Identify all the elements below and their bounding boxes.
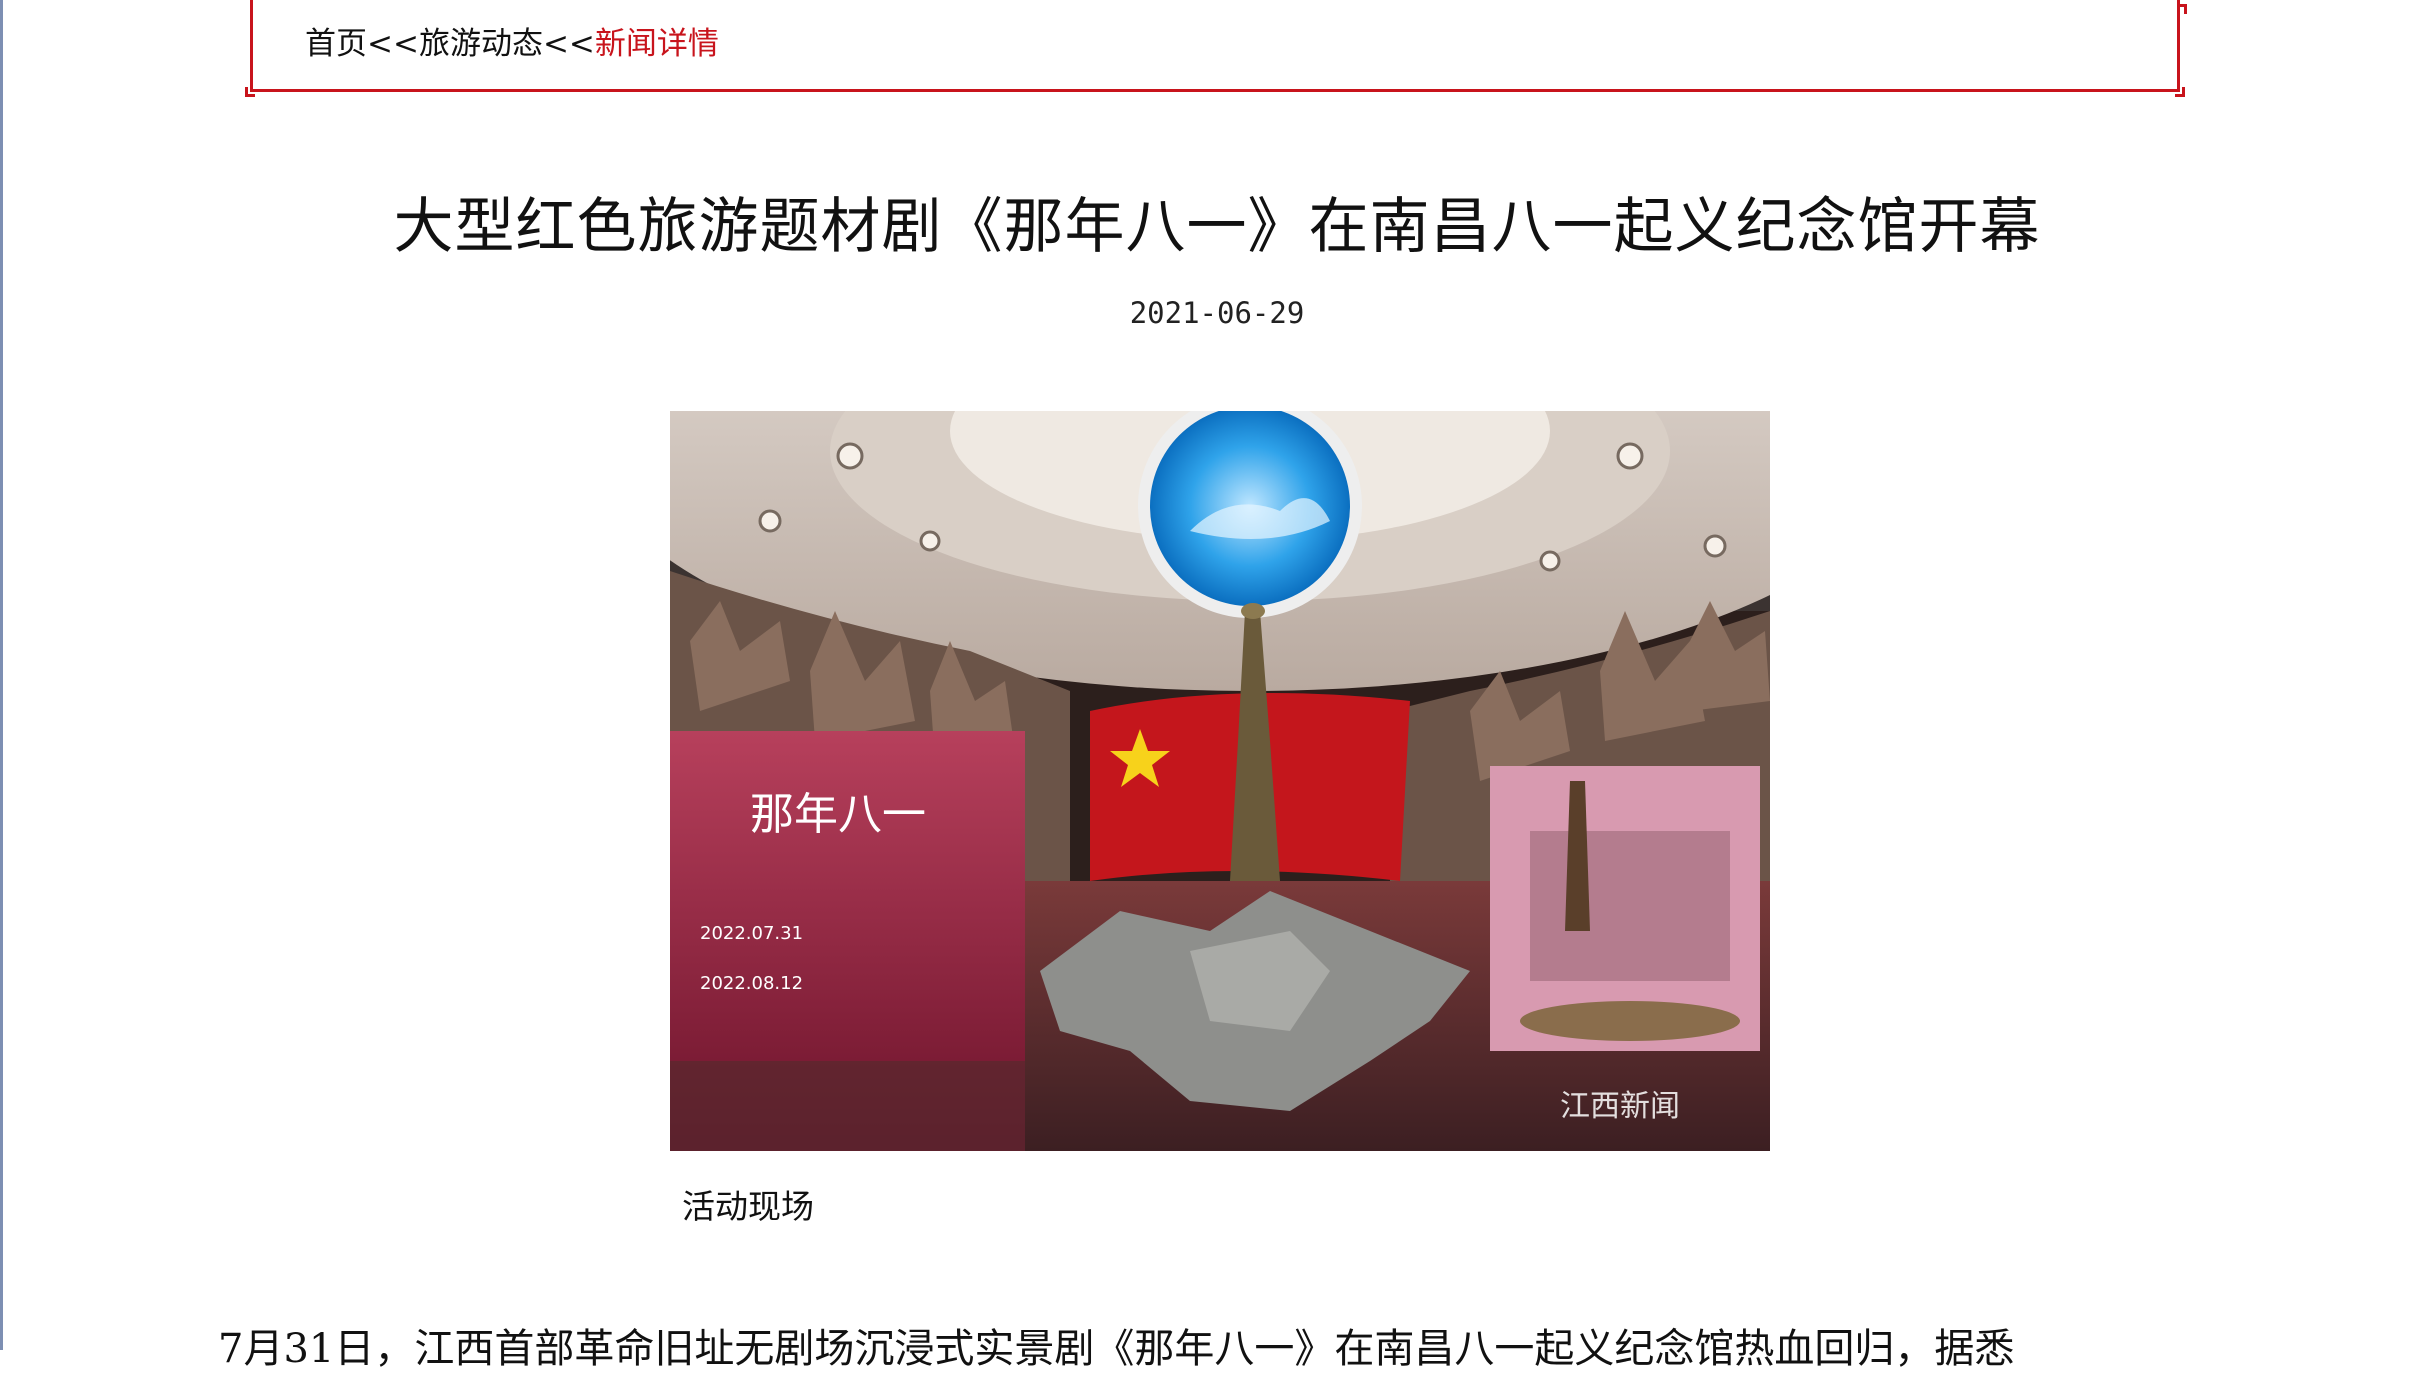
frame-corner-ornament <box>2177 4 2187 14</box>
breadcrumb-current: 新闻详情 <box>594 26 719 62</box>
poster-date-text: 2022.08.12 <box>700 973 803 994</box>
frame-corner-ornament <box>245 87 255 97</box>
breadcrumb-separator: << <box>542 26 595 62</box>
poster-title-text: 那年八一 <box>750 789 926 840</box>
article-title: 大型红色旅游题材剧《那年八一》在南昌八一起义纪念馆开幕 <box>393 192 2041 262</box>
poster-date-text: 2022.07.31 <box>700 923 803 944</box>
article-body-paragraph: 7月31日，江西首部革命旧址无剧场沉浸式实景剧《那年八一》在南昌八一起义纪念馆热… <box>218 1326 2015 1372</box>
photo-watermark: 江西新闻 <box>1560 1089 1680 1124</box>
article-date: 2021-06-29 <box>1129 296 1305 330</box>
frame-corner-ornament <box>2175 87 2185 97</box>
breadcrumb-frame: 首页<<旅游动态<<新闻详情 <box>245 0 2187 97</box>
breadcrumb-home-link[interactable]: 首页 <box>305 26 367 62</box>
breadcrumb-section-link[interactable]: 旅游动态 <box>419 26 543 62</box>
breadcrumb-separator: << <box>367 26 419 62</box>
image-caption: 活动现场 <box>682 1187 814 1226</box>
breadcrumb: 首页<<旅游动态<<新闻详情 <box>305 18 719 63</box>
article-photo: 那年八一 2022.07.31 2022.08.12 江西新闻 <box>670 411 1770 1151</box>
